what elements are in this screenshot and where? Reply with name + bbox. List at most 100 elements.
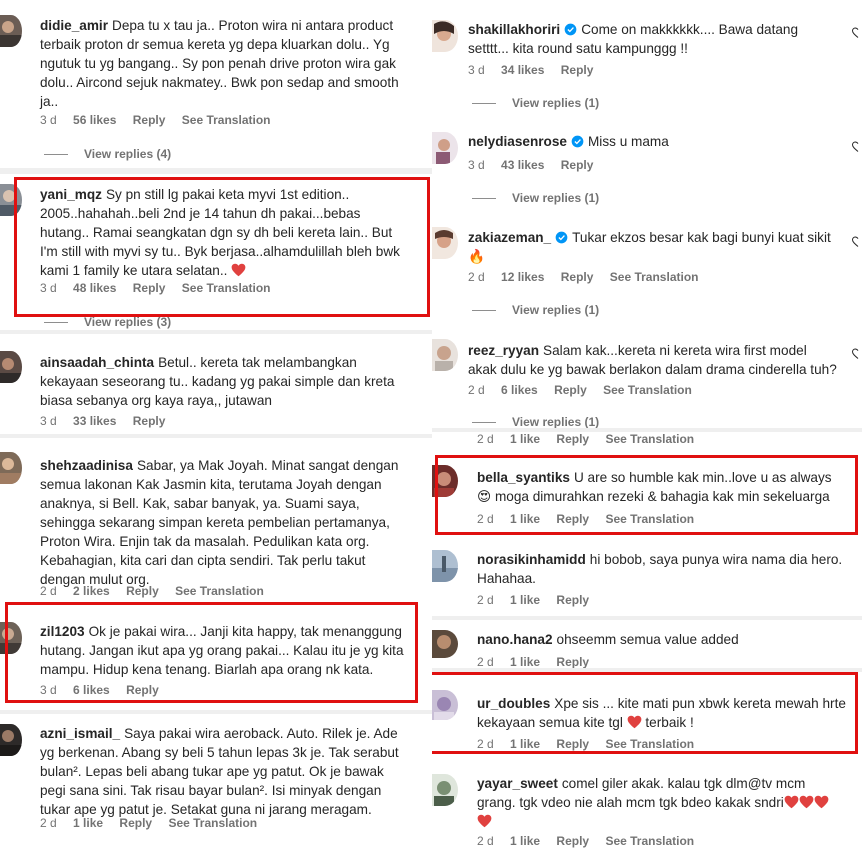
reply-button[interactable]: Reply xyxy=(133,113,166,127)
view-replies-button[interactable]: View replies (3) xyxy=(44,315,171,329)
reply-button[interactable]: Reply xyxy=(556,432,589,446)
comment-username[interactable]: yani_mqz xyxy=(40,187,102,202)
comment-likes[interactable]: 48 likes xyxy=(73,281,116,295)
comment-username[interactable]: ainsaadah_chinta xyxy=(40,355,154,370)
comment-likes[interactable]: 34 likes xyxy=(501,63,544,77)
comment-username[interactable]: shehzaadinisa xyxy=(40,458,133,473)
like-heart-icon[interactable] xyxy=(852,26,862,40)
avatar[interactable] xyxy=(0,351,22,383)
comment-likes[interactable]: 6 likes xyxy=(73,683,110,697)
reply-button[interactable]: Reply xyxy=(561,270,594,284)
comment-text: ur_doubles Xpe sis ... kite mati pun xbwk… xyxy=(477,696,846,730)
like-heart-icon[interactable] xyxy=(852,347,862,361)
avatar[interactable] xyxy=(0,724,22,756)
comment-username[interactable]: azni_ismail_ xyxy=(40,726,120,741)
reply-button[interactable]: Reply xyxy=(556,593,589,607)
reply-button[interactable]: Reply xyxy=(556,834,589,848)
reply-button[interactable]: Reply xyxy=(556,655,589,669)
like-heart-icon[interactable] xyxy=(852,235,862,249)
verified-badge-icon xyxy=(555,231,568,244)
comment-time: 3 d xyxy=(468,158,485,172)
comment-time: 2 d xyxy=(40,584,57,598)
left-comment-panel: didie_amir Depa tu x tau ja.. Proton wira… xyxy=(0,0,432,862)
avatar[interactable] xyxy=(432,465,458,497)
see-translation-button[interactable]: See Translation xyxy=(605,737,694,751)
avatar[interactable] xyxy=(432,690,458,720)
comment-username[interactable]: shakillakhoriri xyxy=(468,22,560,37)
see-translation-button[interactable]: See Translation xyxy=(175,584,264,598)
comment-text: yayar_sweet comel giler akak. kalau tgk d… xyxy=(477,774,862,831)
comment-meta: 3 d 56 likes Reply See Translation xyxy=(40,113,283,127)
see-translation-button[interactable]: See Translation xyxy=(168,816,257,830)
comment-likes[interactable]: 33 likes xyxy=(73,414,116,428)
comment-likes[interactable]: 43 likes xyxy=(501,158,544,172)
comment-username[interactable]: norasikinhamidd xyxy=(477,552,586,567)
comment-likes[interactable]: 12 likes xyxy=(501,270,544,284)
comment-text: zakiazeman_ Tukar ekzos besar kak bagi bu… xyxy=(468,230,831,264)
reply-button[interactable]: Reply xyxy=(554,383,587,397)
avatar[interactable] xyxy=(432,20,458,52)
see-translation-button[interactable]: See Translation xyxy=(603,383,692,397)
comment-likes[interactable]: 56 likes xyxy=(73,113,116,127)
comment-likes[interactable]: 2 likes xyxy=(73,584,110,598)
avatar[interactable] xyxy=(0,452,22,484)
avatar[interactable] xyxy=(432,132,458,164)
avatar[interactable] xyxy=(0,184,22,216)
comment-time: 2 d xyxy=(477,655,494,669)
comment-text: ainsaadah_chinta Betul.. kereta tak melam… xyxy=(40,355,395,408)
reply-button[interactable]: Reply xyxy=(133,414,166,428)
comment-likes[interactable]: 1 like xyxy=(510,655,540,669)
comment-text: nano.hana2 ohseemm semua value added xyxy=(477,632,739,647)
comment-likes[interactable]: 6 likes xyxy=(501,383,538,397)
reply-button[interactable]: Reply xyxy=(119,816,152,830)
reply-button[interactable]: Reply xyxy=(126,683,159,697)
reply-button[interactable]: Reply xyxy=(561,63,594,77)
avatar[interactable] xyxy=(0,622,22,654)
comment-likes[interactable]: 1 like xyxy=(510,432,540,446)
comment-username[interactable]: nano.hana2 xyxy=(477,632,553,647)
see-translation-button[interactable]: See Translation xyxy=(182,281,271,295)
comment-likes[interactable]: 1 like xyxy=(73,816,103,830)
comment-item: yani_mqz Sy pn still lg pakai keta myvi 1… xyxy=(0,174,432,332)
view-replies-button[interactable]: View replies (1) xyxy=(472,96,599,110)
comment-username[interactable]: nelydiasenrose xyxy=(468,134,567,149)
comment-time: 3 d xyxy=(40,281,57,295)
comment-username[interactable]: zil1203 xyxy=(40,624,85,639)
comment-username[interactable]: didie_amir xyxy=(40,18,108,33)
comment-username[interactable]: reez_ryyan xyxy=(468,343,539,358)
comment-likes[interactable]: 1 like xyxy=(510,512,540,526)
comment-likes[interactable]: 1 like xyxy=(510,593,540,607)
comment-item: zakiazeman_ Tukar ekzos besar kak bagi bu… xyxy=(432,215,862,325)
see-translation-button[interactable]: See Translation xyxy=(182,113,271,127)
view-replies-button[interactable]: View replies (1) xyxy=(472,191,599,205)
see-translation-button[interactable]: See Translation xyxy=(605,834,694,848)
comment-meta: 2 d 1 like Reply See Translation xyxy=(477,432,707,446)
comment-likes[interactable]: 1 like xyxy=(510,834,540,848)
avatar[interactable] xyxy=(432,774,458,806)
see-translation-button[interactable]: See Translation xyxy=(605,432,694,446)
view-replies-button[interactable]: View replies (1) xyxy=(472,303,599,317)
reply-button[interactable]: Reply xyxy=(556,737,589,751)
reply-button[interactable]: Reply xyxy=(561,158,594,172)
comment-username[interactable]: yayar_sweet xyxy=(477,776,558,791)
like-heart-icon[interactable] xyxy=(852,140,862,154)
comment-likes[interactable]: 1 like xyxy=(510,737,540,751)
reply-button[interactable]: Reply xyxy=(556,512,589,526)
reply-button[interactable]: Reply xyxy=(126,584,159,598)
avatar[interactable] xyxy=(432,630,458,658)
reply-button[interactable]: Reply xyxy=(133,281,166,295)
view-replies-button[interactable]: View replies (4) xyxy=(44,147,171,161)
avatar[interactable] xyxy=(0,15,22,47)
comment-meta: 2 d 1 like Reply See Translation xyxy=(477,737,707,751)
avatar[interactable] xyxy=(432,550,458,582)
comment-item: shakillakhoriri Come on makkkkkk.... Bawa… xyxy=(432,0,862,120)
avatar[interactable] xyxy=(432,227,458,259)
avatar[interactable] xyxy=(432,339,458,371)
view-replies-button[interactable]: View replies (1) xyxy=(472,415,599,429)
comment-username[interactable]: bella_syantiks xyxy=(477,470,570,485)
comment-username[interactable]: zakiazeman_ xyxy=(468,230,551,245)
see-translation-button[interactable]: See Translation xyxy=(605,512,694,526)
comment-username[interactable]: ur_doubles xyxy=(477,696,550,711)
red-heart-emoji-icon xyxy=(784,795,799,809)
see-translation-button[interactable]: See Translation xyxy=(610,270,699,284)
